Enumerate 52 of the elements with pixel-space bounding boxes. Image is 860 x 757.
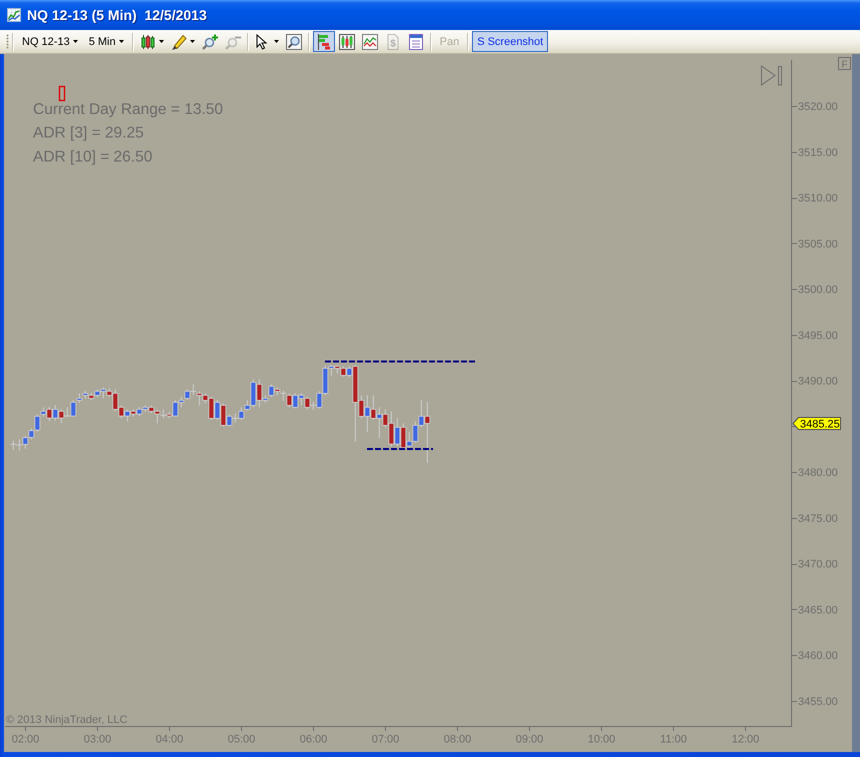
bar-chart-button[interactable] <box>312 31 335 52</box>
price-label: 3510.00 <box>798 192 838 204</box>
screenshot-button[interactable]: S Screenshot <box>472 31 548 52</box>
stat-text: Current Day Range = 13.50 <box>33 101 223 118</box>
caret-icon <box>158 40 164 43</box>
time-label: 02:00 <box>12 734 40 746</box>
grip-handle-icon[interactable] <box>6 34 9 49</box>
stat-text: ADR [10] = 26.50 <box>33 148 152 166</box>
bar-chart-icon <box>316 34 332 50</box>
time-label: 04:00 <box>156 734 184 746</box>
chart-icon <box>7 8 21 22</box>
caret-icon <box>190 40 195 43</box>
rectangle-marker-icon <box>58 86 66 102</box>
time-label: 07:00 <box>372 734 400 746</box>
price-label: 3500.00 <box>798 284 838 296</box>
time-label: 11:00 <box>660 734 687 746</box>
price-label: 3465.00 <box>798 604 838 616</box>
time-label: 10:00 <box>588 734 616 746</box>
price-label: 3455.00 <box>798 696 838 708</box>
interval-dropdown[interactable]: 5 Min <box>84 31 129 52</box>
caret-icon <box>72 40 78 43</box>
time-label: 09:00 <box>516 734 544 746</box>
price-label: 3520.00 <box>798 101 838 113</box>
caret-icon <box>118 40 124 43</box>
price-label: 3475.00 <box>798 512 838 525</box>
line-chart-icon <box>362 34 378 50</box>
price-label: 3505.00 <box>798 238 838 250</box>
magnifier-icon <box>286 34 302 50</box>
stat-text: ADR [3] = 29.25 <box>33 124 144 142</box>
time-label: 08:00 <box>444 734 472 746</box>
window-title: NQ 12-13 (5 Min) 12/5/2013 <box>27 7 207 23</box>
price-label: 3470.00 <box>798 558 838 571</box>
price-label: 3490.00 <box>798 376 838 388</box>
zoom-in-icon <box>202 34 218 50</box>
price-label: 3480.00 <box>798 467 838 480</box>
instrument-dropdown[interactable]: NQ 12-13 <box>17 31 83 52</box>
caret-icon <box>274 40 279 43</box>
framed-candles-icon <box>338 34 355 50</box>
price-label: 3515.00 <box>798 146 838 159</box>
time-label: 03:00 <box>84 734 112 746</box>
time-label: 12:00 <box>732 734 760 746</box>
time-label: 05:00 <box>228 734 256 746</box>
zoom-out-icon <box>224 34 241 50</box>
last-price-tag: 3485.25 <box>792 417 841 430</box>
copyright-text: © 2013 NinjaTrader, LLC <box>6 714 128 726</box>
price-label: 3460.00 <box>798 650 838 662</box>
time-label: 06:00 <box>300 734 328 746</box>
dashed-line <box>367 448 433 450</box>
form-icon <box>408 34 424 50</box>
price-label: 3495.00 <box>798 330 838 342</box>
candlestick-icon <box>140 34 156 50</box>
pencil-icon <box>170 34 187 50</box>
